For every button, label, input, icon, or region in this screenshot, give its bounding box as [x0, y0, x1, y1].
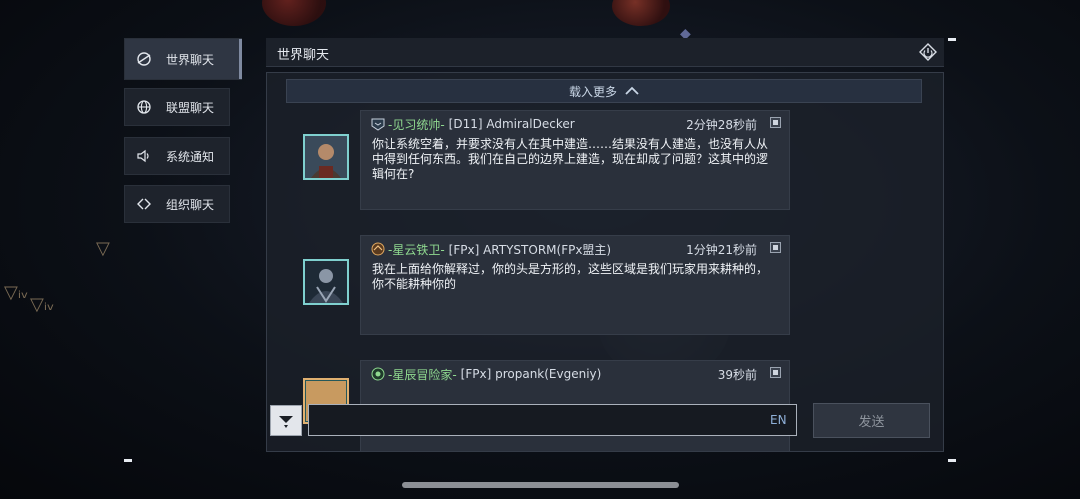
message-bubble: -星云铁卫- [FPx] ARTYSTORM(FPx盟主) 1分钟21秒前 我在…	[360, 235, 790, 335]
message-timestamp: 39秒前	[717, 368, 757, 382]
sender-name[interactable]: [FPx] ARTYSTORM(FPx盟主)	[449, 241, 611, 258]
corner-mark	[948, 459, 956, 462]
chevron-up-icon	[625, 86, 639, 95]
sidebar-item-alliance-chat[interactable]: 联盟聊天	[124, 88, 230, 126]
load-more-button[interactable]: 载入更多	[286, 79, 922, 103]
rank-badge-icon	[371, 242, 385, 256]
emoji-toggle-button[interactable]	[270, 405, 302, 436]
map-marker-icon: ▽ᵢᵥ	[4, 282, 29, 303]
sidebar-item-system-notice[interactable]: 系统通知	[124, 137, 230, 175]
map-marker-icon: ▽	[96, 238, 110, 259]
load-more-label: 载入更多	[568, 84, 617, 99]
copy-icon[interactable]	[770, 117, 781, 128]
copy-icon[interactable]	[770, 367, 781, 378]
chat-message-list[interactable]: 载入更多 -见习统帅- [D11] AdmiralDecker 2分钟28秒前 …	[266, 72, 944, 452]
sidebar-item-world-chat[interactable]: 世界聊天	[124, 38, 242, 80]
message-header: -星辰冒险家- [FPx] propank(Evgeniy) 39秒前	[371, 366, 781, 382]
rank-badge-icon	[371, 117, 385, 131]
sender-rank: -星辰冒险家-	[388, 367, 457, 382]
background-planet-red	[262, 0, 326, 26]
copy-icon[interactable]	[770, 242, 781, 253]
sidebar-item-label: 组织聊天	[166, 197, 215, 212]
rank-badge-icon	[371, 367, 385, 381]
sidebar-item-label: 世界聊天	[166, 52, 215, 67]
message-bubble: -见习统帅- [D11] AdmiralDecker 2分钟28秒前 你让系统空…	[360, 110, 790, 210]
map-marker-icon: ▽ᵢᵥ	[30, 294, 55, 315]
message-text: 你让系统空着，并要求没有人在其中建造……结果没有人建造，也没有人从中得到任何东西…	[372, 137, 769, 181]
send-button[interactable]: 发送	[813, 403, 930, 438]
chevron-down-icon	[279, 415, 293, 428]
input-language-indicator[interactable]: EN	[770, 413, 787, 427]
sender-rank: -星云铁卫-	[388, 242, 445, 257]
chat-message: -星云铁卫- [FPx] ARTYSTORM(FPx盟主) 1分钟21秒前 我在…	[267, 235, 943, 335]
avatar[interactable]	[303, 259, 349, 305]
message-timestamp: 1分钟21秒前	[686, 243, 757, 257]
home-indicator	[402, 482, 679, 488]
sender-rank: -见习统帅-	[388, 117, 445, 132]
chat-panel-header: 世界聊天	[266, 38, 944, 67]
background-planet-red-small	[612, 0, 670, 26]
power-icon[interactable]	[918, 42, 938, 62]
sidebar-item-label: 系统通知	[166, 149, 215, 164]
speaker-icon	[136, 148, 152, 164]
sidebar-item-organization-chat[interactable]: 组织聊天	[124, 185, 230, 223]
avatar[interactable]	[303, 134, 349, 180]
sender-name[interactable]: [FPx] propank(Evgeniy)	[461, 367, 602, 381]
corner-mark	[124, 459, 132, 462]
message-timestamp: 2分钟28秒前	[686, 118, 757, 132]
chat-message: -见习统帅- [D11] AdmiralDecker 2分钟28秒前 你让系统空…	[267, 110, 943, 210]
message-text: 我在上面给你解释过，你的头是方形的，这些区域是我们玩家用来耕种的，你不能耕种你的	[372, 262, 769, 291]
organization-icon	[136, 196, 152, 212]
corner-mark	[948, 38, 956, 41]
chat-message-input[interactable]	[308, 404, 797, 436]
sender-name[interactable]: [D11] AdmiralDecker	[449, 117, 575, 131]
message-header: -星云铁卫- [FPx] ARTYSTORM(FPx盟主) 1分钟21秒前	[371, 241, 781, 257]
globe-icon	[136, 99, 152, 115]
message-header: -见习统帅- [D11] AdmiralDecker 2分钟28秒前	[371, 116, 781, 132]
world-chat-icon	[136, 51, 152, 67]
sidebar-item-label: 联盟聊天	[166, 100, 215, 115]
page-title: 世界聊天	[277, 48, 330, 63]
